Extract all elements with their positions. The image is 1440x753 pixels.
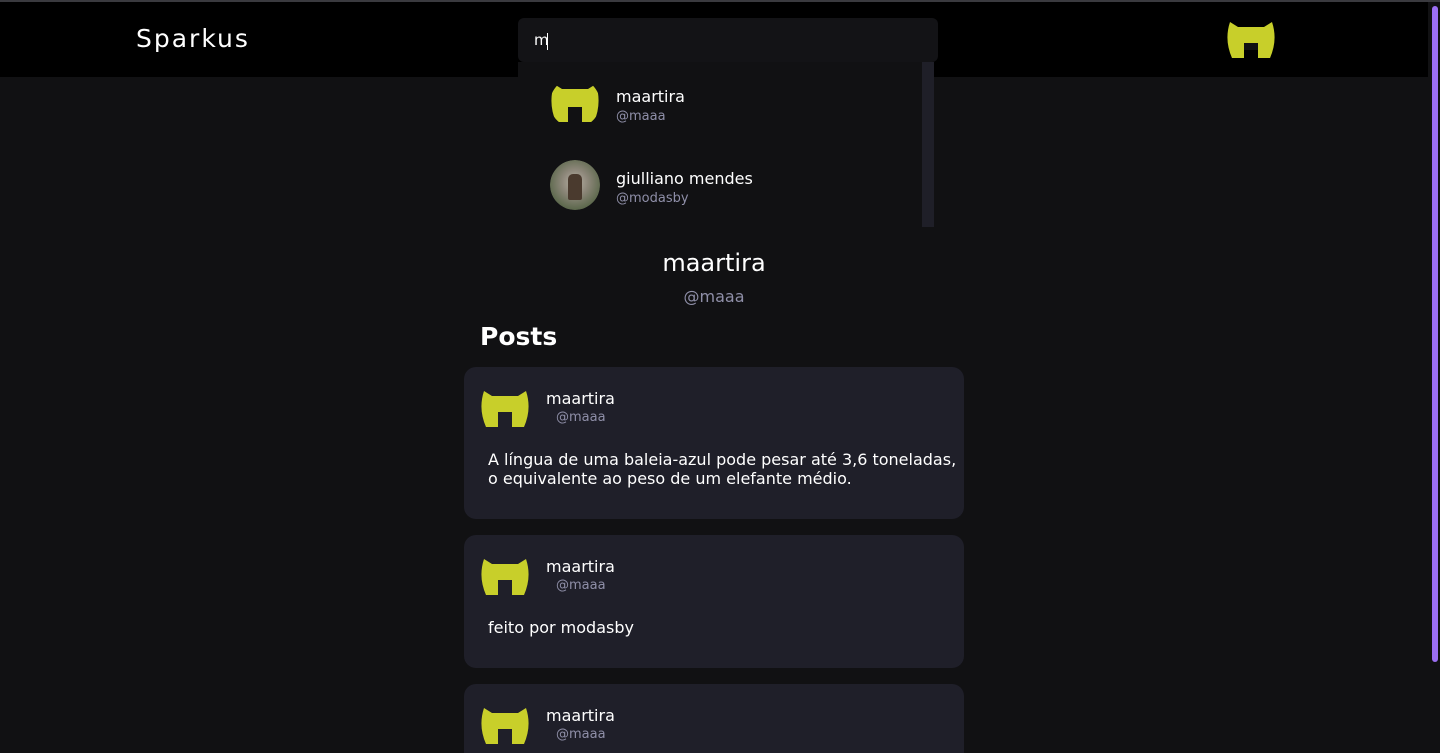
result-handle: @modasby [616,191,689,206]
post-text: A língua de uma baleia-azul pode pesar a… [488,450,957,488]
post-author-handle: @maaa [556,578,606,593]
post-author-name[interactable]: maartira [546,706,615,725]
post-card[interactable]: maartira @maaa feito por modasby [464,535,964,668]
logo-avatar-icon[interactable] [480,704,530,748]
logo-avatar-icon[interactable] [480,387,530,431]
user-avatar-icon[interactable] [1226,18,1276,62]
post-author-handle: @maaa [556,727,606,742]
posts-heading: Posts [480,322,558,351]
post-author-name[interactable]: maartira [546,557,615,576]
text-caret [547,33,548,50]
profile-handle: @maaa [683,287,745,306]
search-result-item[interactable]: giulliano mendes @modasby [518,160,922,240]
post-text: feito por modasby [488,618,634,637]
post-author-name[interactable]: maartira [546,389,615,408]
page-scrollbar-thumb[interactable] [1432,6,1438,662]
search-result-item[interactable]: maartira @maaa [518,78,922,158]
logo-avatar-icon [550,78,600,128]
photo-avatar [550,160,600,210]
profile-name: maartira [662,249,766,277]
result-name: maartira [616,87,685,106]
dropdown-scrollbar[interactable] [922,62,934,227]
search-input[interactable] [518,18,938,62]
brand-logo-text[interactable]: Sparkus [136,24,250,53]
result-name: giulliano mendes [616,169,753,188]
logo-avatar-icon[interactable] [480,555,530,599]
result-handle: @maaa [616,109,666,124]
post-card[interactable]: maartira @maaa A língua de uma baleia-az… [464,367,964,519]
search-results-dropdown: maartira @maaa giulliano mendes @modasby [518,62,934,227]
post-card[interactable]: maartira @maaa [464,684,964,753]
post-author-handle: @maaa [556,410,606,425]
